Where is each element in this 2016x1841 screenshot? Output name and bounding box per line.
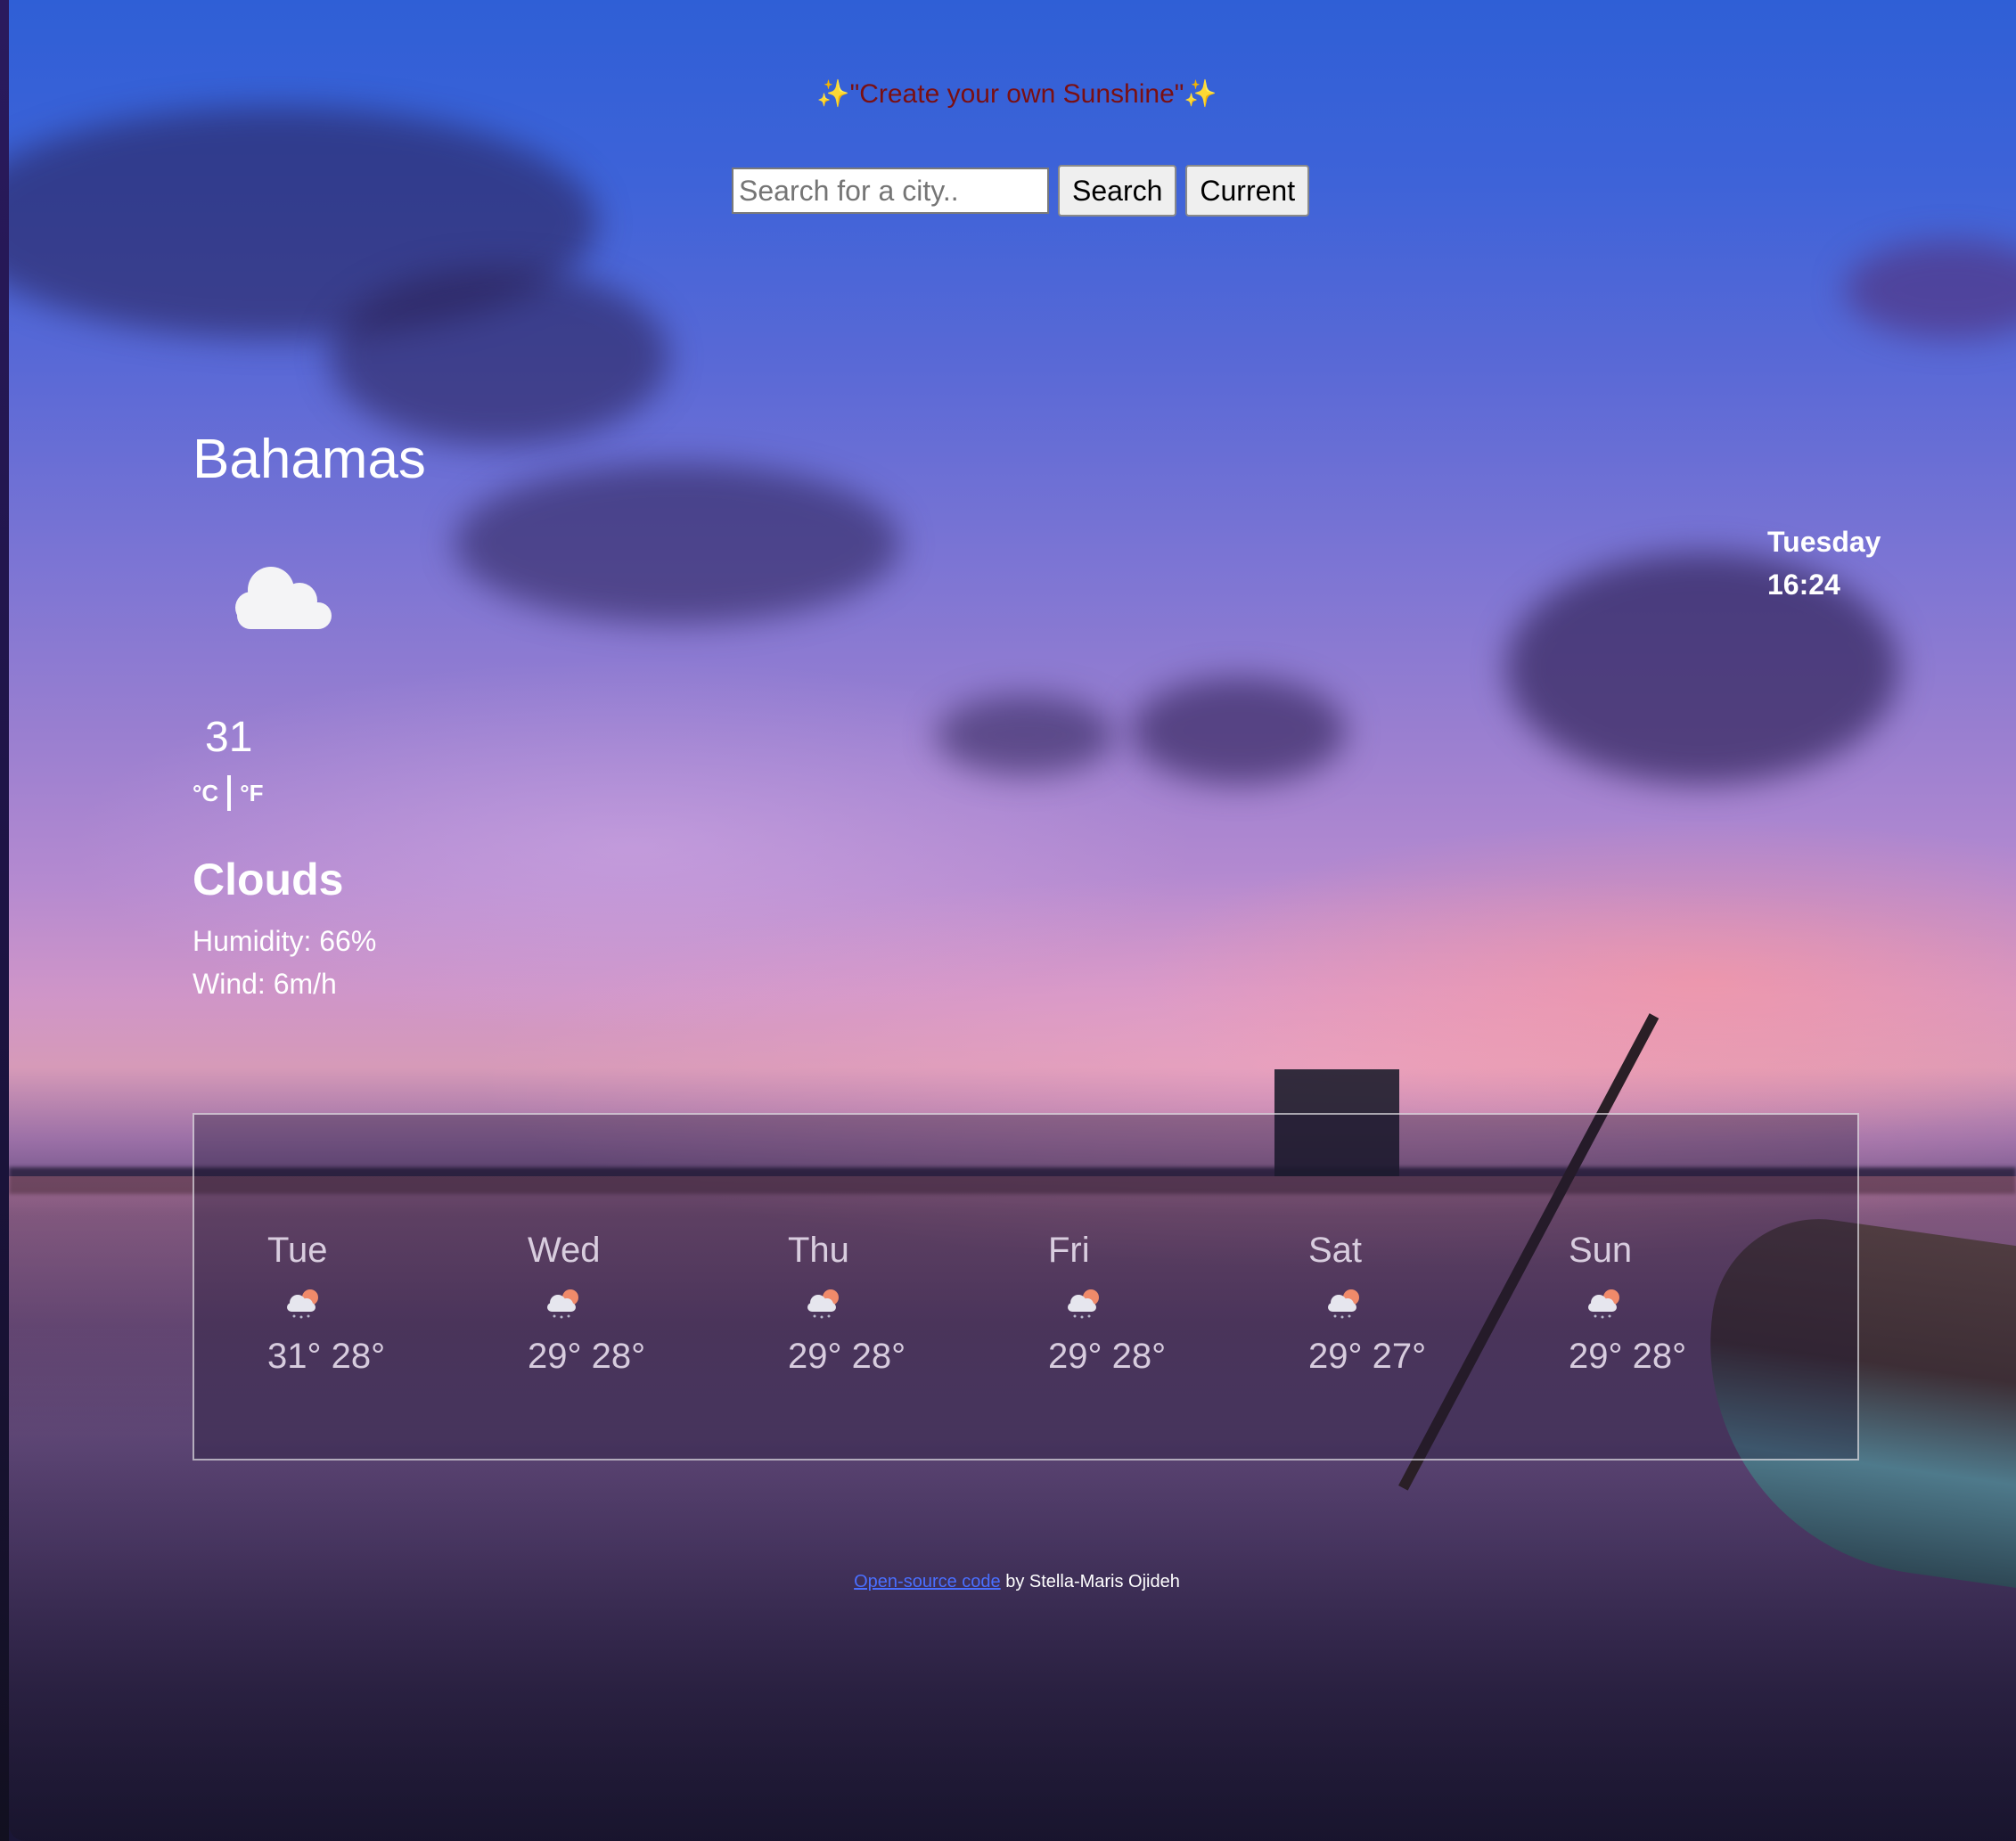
forecast-day-name: Sat [1308, 1231, 1363, 1270]
background-scene [9, 0, 2016, 1841]
forecast-temps: 29° 28° [1569, 1337, 1687, 1376]
rain-cloud-sun-icon [1068, 1289, 1099, 1319]
rain-cloud-sun-icon [807, 1289, 839, 1319]
forecast-day: Tue 31° 28° [267, 1231, 481, 1377]
search-bar: Search Current [732, 165, 1310, 217]
forecast-temps: 31° 28° [267, 1337, 386, 1376]
rain-cloud-sun-icon [547, 1289, 578, 1319]
current-location-button[interactable]: Current [1185, 165, 1310, 217]
rain-cloud-sun-icon [1588, 1289, 1619, 1319]
wind-text: Wind: 6m/h [193, 968, 337, 1000]
forecast-day-name: Wed [528, 1231, 601, 1270]
forecast-day-name: Fri [1048, 1231, 1090, 1270]
rain-cloud-sun-icon [287, 1289, 318, 1319]
date-time: Tuesday 16:24 [1767, 520, 1881, 606]
source-code-link[interactable]: Open-source code [854, 1572, 1001, 1591]
rain-cloud-sun-icon [1328, 1289, 1359, 1319]
humidity-text: Humidity: 66% [193, 925, 377, 957]
tagline: ✨"Create your own Sunshine"✨ [816, 79, 1217, 109]
search-button[interactable]: Search [1058, 165, 1177, 217]
city-name: Bahamas [193, 429, 426, 490]
forecast-day: Sat 29° 27° [1308, 1231, 1522, 1377]
forecast-day: Sun 29° 28° [1569, 1231, 1782, 1377]
forecast-day: Thu 29° 28° [788, 1231, 1002, 1377]
unit-toggle: °C °F [193, 775, 263, 811]
current-time: 16:24 [1767, 569, 1840, 601]
footer: Open-source code by Stella-Maris Ojideh [9, 1572, 2016, 1592]
forecast-day-name: Sun [1569, 1231, 1633, 1270]
unit-separator [227, 775, 232, 811]
forecast-day-name: Thu [788, 1231, 849, 1270]
app-window: ✨"Create your own Sunshine"✨ Search Curr… [9, 0, 2016, 1841]
forecast-day: Wed 29° 28° [528, 1231, 742, 1377]
forecast-day-name: Tue [267, 1231, 328, 1270]
fahrenheit-link[interactable]: °F [240, 780, 263, 807]
cloud-icon [235, 567, 332, 629]
forecast-temps: 29° 27° [1308, 1337, 1427, 1376]
forecast-panel: Tue 31° 28° Wed 29° 28° Thu 29° 28° Fri … [193, 1113, 1859, 1461]
weather-condition: Clouds [193, 855, 344, 904]
forecast-day: Fri 29° 28° [1048, 1231, 1262, 1377]
footer-credit: by Stella-Maris Ojideh [1000, 1572, 1180, 1591]
window-edge [0, 0, 9, 1841]
search-input[interactable] [732, 168, 1049, 214]
current-day: Tuesday [1767, 526, 1881, 558]
forecast-temps: 29° 28° [528, 1337, 646, 1376]
forecast-temps: 29° 28° [1048, 1337, 1167, 1376]
forecast-temps: 29° 28° [788, 1337, 906, 1376]
celsius-link[interactable]: °C [193, 780, 218, 807]
current-temperature: 31 [205, 714, 253, 761]
